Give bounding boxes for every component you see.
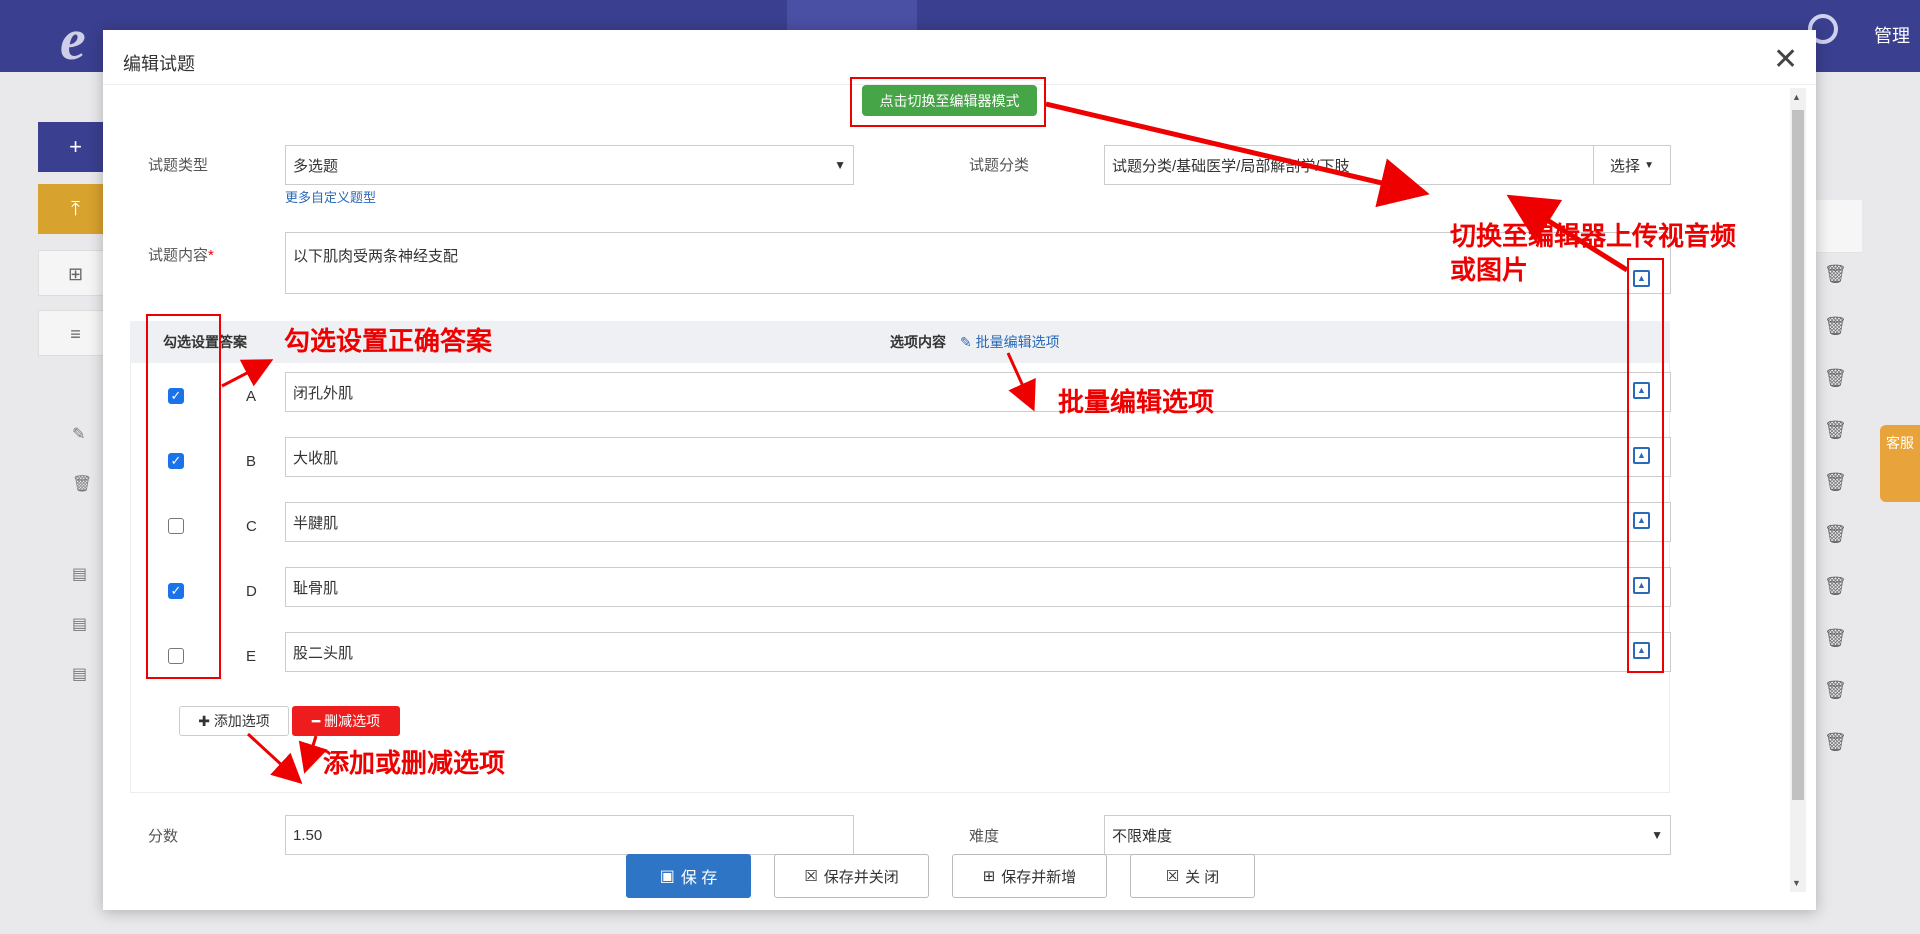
annotation-arrows [221, 101, 1629, 785]
arrow-batch-edit [1006, 352, 1036, 412]
arrow-add [246, 732, 303, 785]
arrow-icons [1506, 194, 1629, 273]
arrow-remove [298, 735, 328, 774]
arrow-editor [1045, 101, 1430, 208]
arrow-set-answer [221, 359, 274, 388]
